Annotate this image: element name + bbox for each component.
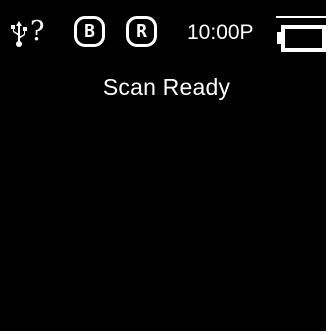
screen-frame-right [326,0,333,335]
r-badge-label: R [136,21,147,42]
clock: 10:00P [187,21,254,44]
b-badge: B [74,16,105,47]
device-screen: ? B R 10:00P Scan Ready [0,0,333,335]
usb-status-unknown: ? [30,16,45,47]
scan-status-text: Scan Ready [102,74,231,100]
r-badge: R [126,16,157,47]
screen-frame-bottom [0,331,333,335]
b-badge-label: B [84,21,95,42]
usb-icon [11,21,27,47]
battery-indicator-line [276,16,326,18]
status-bar: ? B R 10:00P [0,0,326,60]
battery-fill [285,29,322,48]
battery-icon [281,25,326,52]
